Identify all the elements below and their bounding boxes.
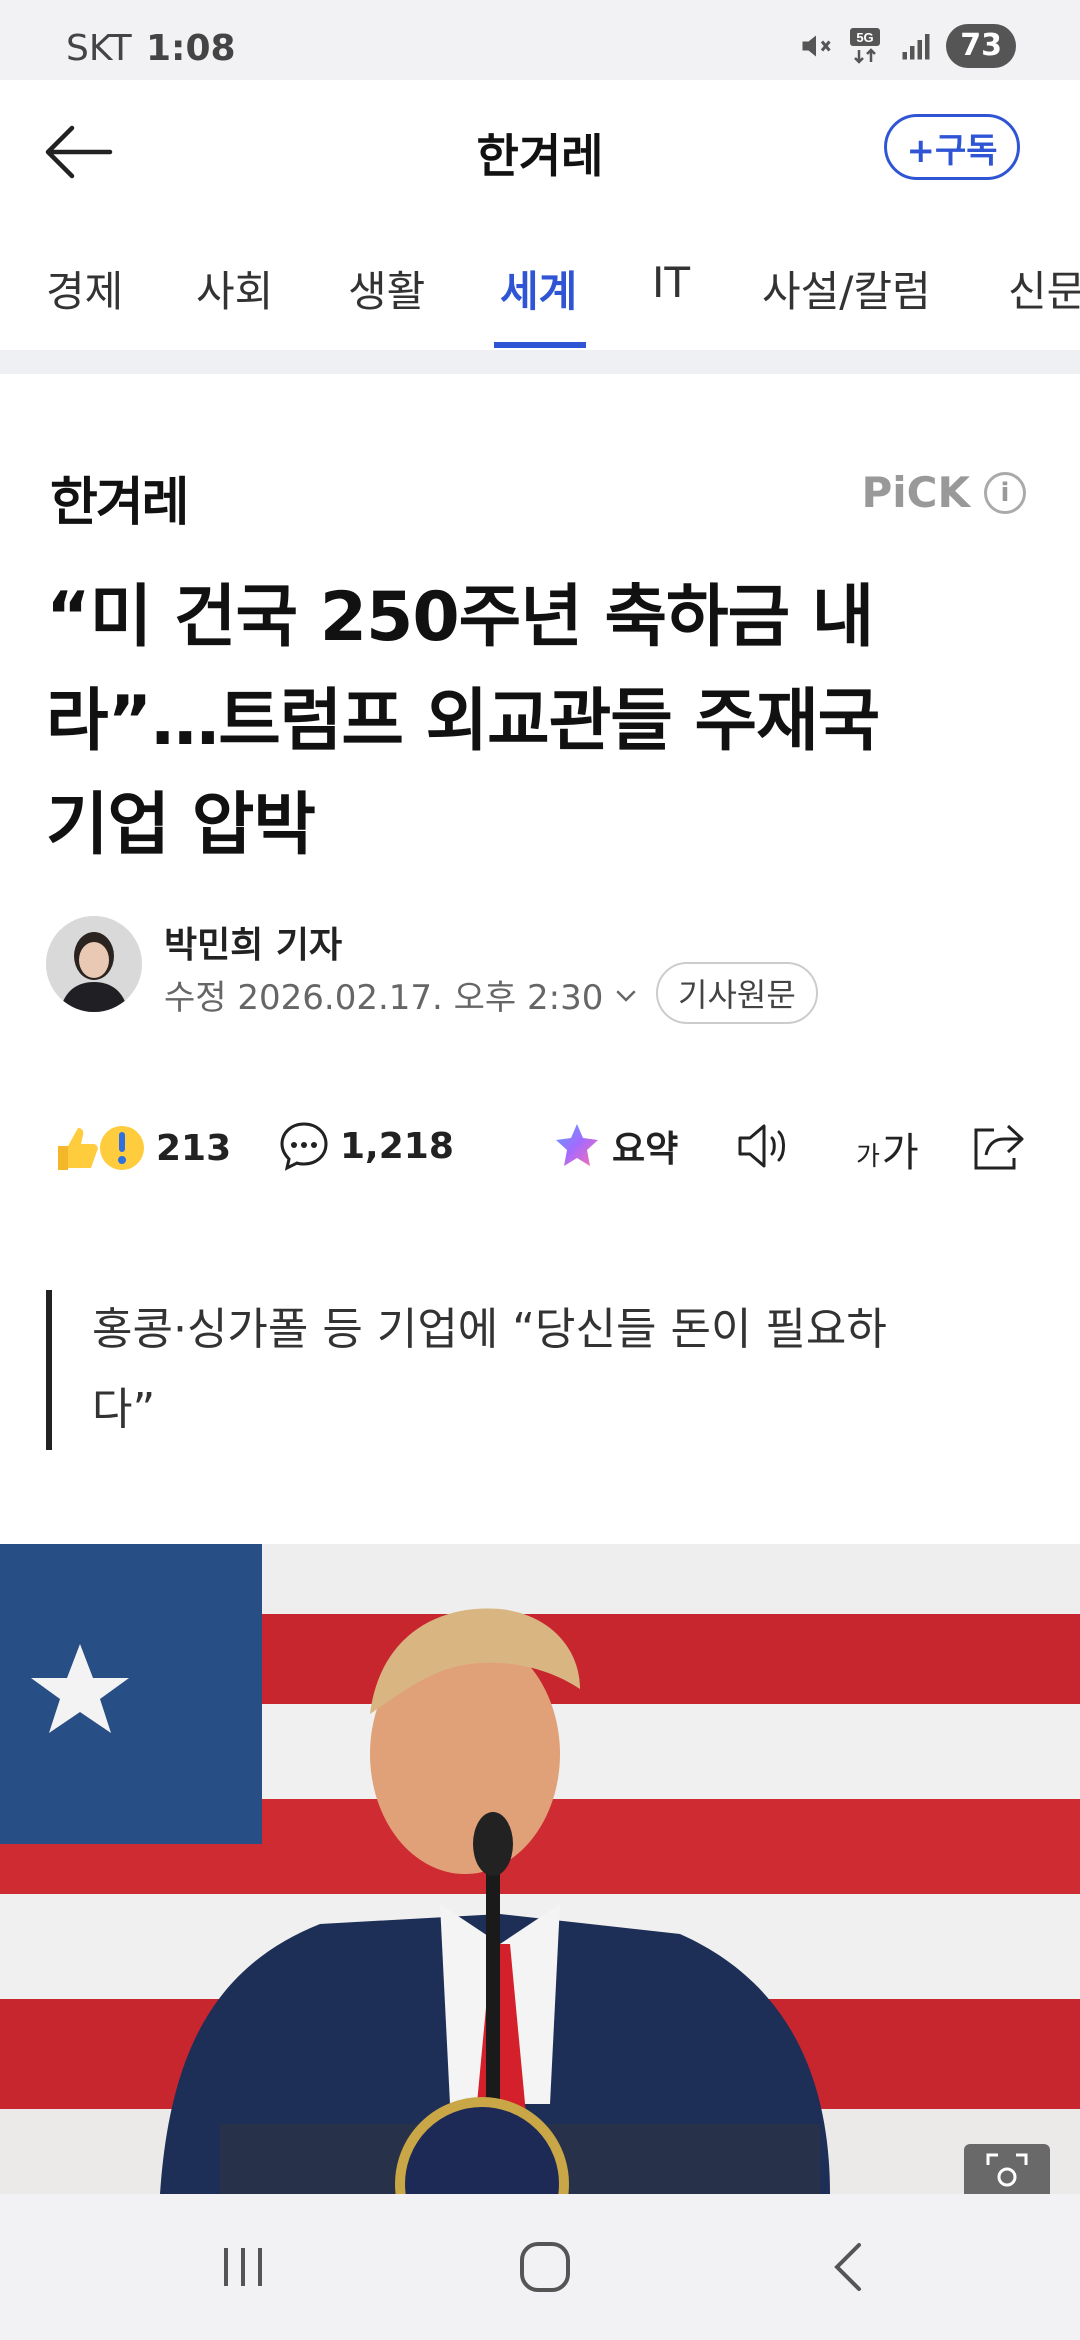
category-tabs: 경제 사회 생활 세계 IT 사설/칼럼 신문 xyxy=(0,220,1080,350)
back-icon xyxy=(834,2243,861,2291)
pick-badge[interactable]: PiCK i xyxy=(861,468,1026,517)
author-name[interactable]: 박민희 기자 xyxy=(164,916,342,968)
subheadline-line: 홍콩·싱가폴 등 기업에 “당신들 돈이 필요하 xyxy=(92,1304,887,1355)
headline-line: 기업 압박 xyxy=(46,786,316,865)
network-label: 5G xyxy=(857,30,874,45)
5g-data-icon: 5G xyxy=(846,26,886,66)
status-icons: 5G 73 xyxy=(798,24,1016,68)
reaction-button[interactable]: 213 xyxy=(50,1120,231,1176)
clock: 1:08 xyxy=(146,28,236,69)
section-divider xyxy=(0,350,1080,374)
reaction-count: 213 xyxy=(156,1127,232,1169)
tab-life[interactable]: 생활 xyxy=(348,258,425,319)
article-date[interactable]: 수정 2026.02.17. 오후 2:30 xyxy=(164,970,641,1019)
article-subheadline: 홍콩·싱가폴 등 기업에 “당신들 돈이 필요하 다” xyxy=(46,1290,1042,1450)
expand-icon xyxy=(986,2153,1028,2187)
signal-icon xyxy=(898,28,934,64)
headline-line: “미 건국 250주년 축하금 내 xyxy=(46,578,874,657)
system-nav-bar xyxy=(0,2194,1080,2340)
recent-apps-button[interactable] xyxy=(198,2234,288,2300)
font-size-small-label: 가 xyxy=(856,1141,880,1172)
mute-icon xyxy=(798,28,834,64)
status-bar: SKT 1:08 5G 73 xyxy=(0,0,1080,80)
tab-world[interactable]: 세계 xyxy=(500,258,577,319)
comment-count: 1,218 xyxy=(340,1125,454,1167)
tab-it[interactable]: IT xyxy=(652,258,690,307)
author-avatar[interactable] xyxy=(46,916,142,1012)
home-icon xyxy=(520,2242,570,2292)
comments-button[interactable]: 1,218 xyxy=(278,1120,454,1172)
tab-editorial-column[interactable]: 사설/칼럼 xyxy=(762,258,931,319)
summary-label: 요약 xyxy=(612,1129,679,1170)
date-text: 수정 2026.02.17. 오후 2:30 xyxy=(164,978,604,1018)
headline-line: 라”…트럼프 외교관들 주재국 xyxy=(46,682,880,761)
article-photo[interactable] xyxy=(0,1544,1080,2194)
comment-bubble-icon xyxy=(280,1122,328,1171)
app-header: 한겨레 +구독 xyxy=(0,80,1080,220)
reaction-emoji-icon xyxy=(58,1126,144,1170)
source-logo[interactable]: 한겨레 xyxy=(50,460,190,535)
pick-label: PiCK xyxy=(861,468,970,517)
info-icon: i xyxy=(984,471,1026,514)
tab-economy[interactable]: 경제 xyxy=(46,258,123,319)
recent-apps-icon xyxy=(224,2248,262,2286)
article-actions: 213 1,218 요약 가가 xyxy=(0,1120,1080,1180)
subscribe-button[interactable]: +구독 xyxy=(884,114,1020,180)
original-article-button[interactable]: 기사원문 xyxy=(656,962,818,1024)
font-size-large-label: 가 xyxy=(881,1130,919,1176)
nav-back-button[interactable] xyxy=(802,2234,892,2300)
home-button[interactable] xyxy=(500,2234,590,2300)
active-tab-indicator xyxy=(494,342,586,348)
font-size-button[interactable]: 가가 xyxy=(856,1120,919,1178)
tab-newspaper[interactable]: 신문 xyxy=(1008,258,1080,319)
photo-zoom-button[interactable] xyxy=(964,2144,1050,2194)
article-headline: “미 건국 250주년 축하금 내 라”…트럼프 외교관들 주재국 기업 압박 xyxy=(46,566,1026,878)
article-photo-image xyxy=(0,1544,1080,2194)
summary-button[interactable]: 요약 xyxy=(552,1120,678,1172)
carrier-label: SKT xyxy=(66,28,132,69)
battery-icon: 73 xyxy=(946,24,1016,68)
text-to-speech-button[interactable] xyxy=(736,1120,796,1172)
share-icon xyxy=(974,1124,1024,1170)
speaker-icon xyxy=(738,1124,785,1168)
tab-society[interactable]: 사회 xyxy=(196,258,273,319)
share-button[interactable] xyxy=(970,1120,1028,1172)
chevron-down-icon xyxy=(616,989,637,1002)
subheadline-line: 다” xyxy=(92,1384,156,1435)
ai-summary-icon xyxy=(556,1124,598,1166)
